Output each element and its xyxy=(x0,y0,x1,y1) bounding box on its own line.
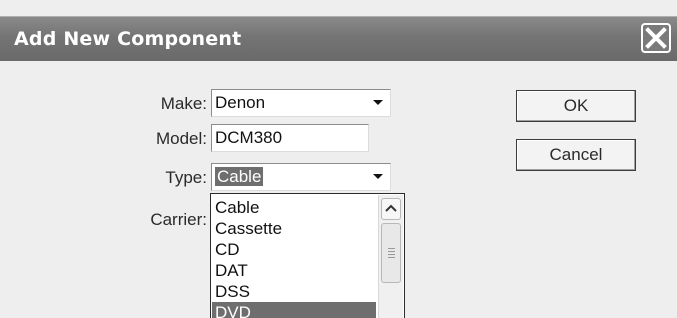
close-icon xyxy=(643,25,669,51)
chevron-up-icon xyxy=(382,204,400,223)
type-dropdown-list[interactable]: Cable Cassette CD DAT DSS DVD xyxy=(210,193,405,318)
title-bar: Add New Component xyxy=(0,16,677,61)
list-item-dss[interactable]: DSS xyxy=(212,281,376,302)
model-label: Model: xyxy=(155,129,207,148)
chevron-down-icon[interactable] xyxy=(368,92,388,112)
scroll-up-button[interactable] xyxy=(381,198,401,220)
dialog-title: Add New Component xyxy=(14,28,242,50)
model-field[interactable]: DCM380 xyxy=(211,124,369,152)
add-component-dialog: Add New Component Make: Denon Model: DCM… xyxy=(0,0,677,318)
ok-button[interactable]: OK xyxy=(516,90,636,122)
type-value: Cable xyxy=(215,167,264,186)
make-value: Denon xyxy=(215,93,266,112)
scroll-thumb[interactable] xyxy=(381,223,401,283)
list-item-dvd[interactable]: DVD xyxy=(212,302,376,318)
carrier-label: Carrier: xyxy=(150,210,207,229)
close-button[interactable] xyxy=(641,23,671,53)
list-item-cd[interactable]: CD xyxy=(212,239,376,260)
list-item-cassette[interactable]: Cassette xyxy=(212,218,376,239)
list-item-cable[interactable]: Cable xyxy=(212,197,376,218)
model-value: DCM380 xyxy=(215,128,283,147)
list-item-dat[interactable]: DAT xyxy=(212,260,376,281)
list-scrollbar[interactable] xyxy=(378,195,403,318)
make-label: Make: xyxy=(160,94,207,113)
make-select[interactable]: Denon xyxy=(211,89,391,117)
type-label: Type: xyxy=(165,168,207,187)
cancel-button[interactable]: Cancel xyxy=(516,139,636,171)
chevron-down-icon[interactable] xyxy=(368,166,388,186)
type-select[interactable]: Cable xyxy=(211,163,391,191)
